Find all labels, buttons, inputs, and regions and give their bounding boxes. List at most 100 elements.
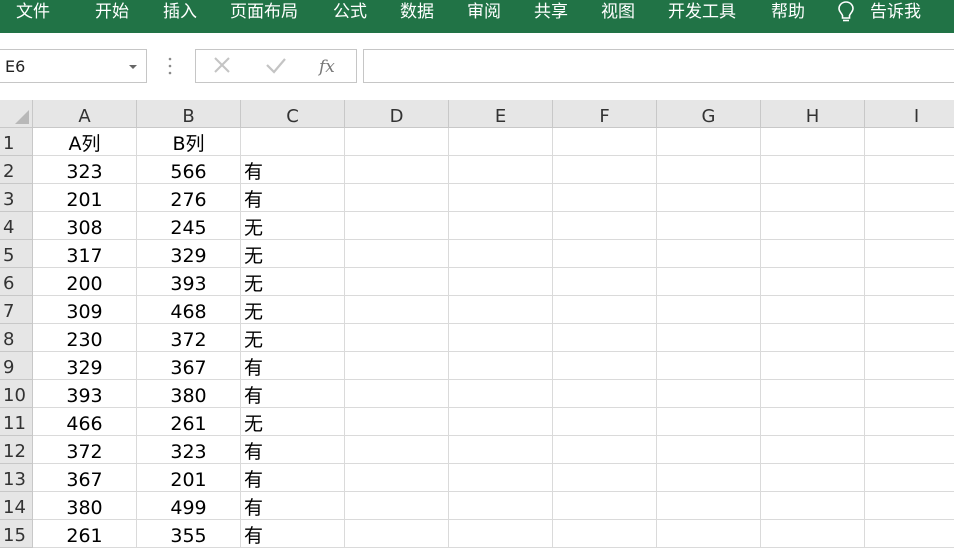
cell-c11[interactable]: 无 <box>241 408 345 436</box>
column-header-f[interactable]: F <box>553 100 657 128</box>
cell-a15[interactable]: 261 <box>33 520 137 548</box>
cell-e11[interactable] <box>449 408 553 436</box>
chevron-down-icon[interactable] <box>129 65 137 69</box>
tab-insert[interactable]: 插入 <box>163 0 197 25</box>
cell-f13[interactable] <box>553 464 657 492</box>
row-header[interactable]: 12 <box>0 436 33 464</box>
cell-i4[interactable] <box>865 212 954 240</box>
row-header[interactable]: 9 <box>0 352 33 380</box>
cell-e3[interactable] <box>449 184 553 212</box>
cell-c5[interactable]: 无 <box>241 240 345 268</box>
cell-e12[interactable] <box>449 436 553 464</box>
insert-function-icon[interactable]: fx <box>309 50 349 82</box>
cell-c14[interactable]: 有 <box>241 492 345 520</box>
cell-b15[interactable]: 355 <box>137 520 241 548</box>
cell-c4[interactable]: 无 <box>241 212 345 240</box>
row-header[interactable]: 8 <box>0 324 33 352</box>
cell-f14[interactable] <box>553 492 657 520</box>
cell-a2[interactable]: 323 <box>33 156 137 184</box>
cell-e9[interactable] <box>449 352 553 380</box>
tab-page-layout[interactable]: 页面布局 <box>230 0 298 25</box>
cell-c15[interactable]: 有 <box>241 520 345 548</box>
cell-b5[interactable]: 329 <box>137 240 241 268</box>
cell-g1[interactable] <box>657 128 761 156</box>
cell-c9[interactable]: 有 <box>241 352 345 380</box>
cell-c12[interactable]: 有 <box>241 436 345 464</box>
cancel-icon[interactable] <box>202 50 242 82</box>
row-header[interactable]: 14 <box>0 492 33 520</box>
cell-h12[interactable] <box>761 436 865 464</box>
name-box[interactable]: E6 <box>0 49 147 83</box>
row-header[interactable]: 7 <box>0 296 33 324</box>
cell-h15[interactable] <box>761 520 865 548</box>
cell-g6[interactable] <box>657 268 761 296</box>
cell-e1[interactable] <box>449 128 553 156</box>
row-header[interactable]: 5 <box>0 240 33 268</box>
cell-h1[interactable] <box>761 128 865 156</box>
cell-b14[interactable]: 499 <box>137 492 241 520</box>
cell-g8[interactable] <box>657 324 761 352</box>
cell-g2[interactable] <box>657 156 761 184</box>
cell-d13[interactable] <box>345 464 449 492</box>
select-all-corner[interactable] <box>0 100 33 128</box>
cell-c2[interactable]: 有 <box>241 156 345 184</box>
cell-e2[interactable] <box>449 156 553 184</box>
cell-h7[interactable] <box>761 296 865 324</box>
cell-h14[interactable] <box>761 492 865 520</box>
cell-a11[interactable]: 466 <box>33 408 137 436</box>
cell-d12[interactable] <box>345 436 449 464</box>
cell-i8[interactable] <box>865 324 954 352</box>
cell-i10[interactable] <box>865 380 954 408</box>
tab-formulas[interactable]: 公式 <box>333 0 367 25</box>
cell-b13[interactable]: 201 <box>137 464 241 492</box>
cell-b2[interactable]: 566 <box>137 156 241 184</box>
cell-h10[interactable] <box>761 380 865 408</box>
tab-data[interactable]: 数据 <box>400 0 434 25</box>
column-header-e[interactable]: E <box>449 100 553 128</box>
cell-h8[interactable] <box>761 324 865 352</box>
cell-c7[interactable]: 无 <box>241 296 345 324</box>
cell-b12[interactable]: 323 <box>137 436 241 464</box>
cell-f5[interactable] <box>553 240 657 268</box>
cell-h9[interactable] <box>761 352 865 380</box>
cell-a7[interactable]: 309 <box>33 296 137 324</box>
cell-a5[interactable]: 317 <box>33 240 137 268</box>
cell-c10[interactable]: 有 <box>241 380 345 408</box>
cell-a1[interactable]: A列 <box>33 128 137 156</box>
cell-h11[interactable] <box>761 408 865 436</box>
cell-f6[interactable] <box>553 268 657 296</box>
row-header[interactable]: 4 <box>0 212 33 240</box>
row-header[interactable]: 11 <box>0 408 33 436</box>
cell-h5[interactable] <box>761 240 865 268</box>
tab-file[interactable]: 文件 <box>16 0 50 25</box>
cell-a13[interactable]: 367 <box>33 464 137 492</box>
cell-b9[interactable]: 367 <box>137 352 241 380</box>
cell-h3[interactable] <box>761 184 865 212</box>
cell-c6[interactable]: 无 <box>241 268 345 296</box>
cell-h13[interactable] <box>761 464 865 492</box>
tab-share[interactable]: 共享 <box>534 0 568 25</box>
tell-me-search[interactable]: 告诉我 <box>870 0 921 25</box>
cell-a10[interactable]: 393 <box>33 380 137 408</box>
lightbulb-icon[interactable] <box>836 0 856 25</box>
cell-g7[interactable] <box>657 296 761 324</box>
cell-i12[interactable] <box>865 436 954 464</box>
cell-b10[interactable]: 380 <box>137 380 241 408</box>
cell-g4[interactable] <box>657 212 761 240</box>
cell-d8[interactable] <box>345 324 449 352</box>
cell-d15[interactable] <box>345 520 449 548</box>
cell-d10[interactable] <box>345 380 449 408</box>
column-header-c[interactable]: C <box>241 100 345 128</box>
cell-g13[interactable] <box>657 464 761 492</box>
cell-e7[interactable] <box>449 296 553 324</box>
cell-a3[interactable]: 201 <box>33 184 137 212</box>
cell-e8[interactable] <box>449 324 553 352</box>
cell-i5[interactable] <box>865 240 954 268</box>
cell-f3[interactable] <box>553 184 657 212</box>
cell-g14[interactable] <box>657 492 761 520</box>
tab-developer[interactable]: 开发工具 <box>668 0 736 25</box>
cell-e6[interactable] <box>449 268 553 296</box>
column-header-g[interactable]: G <box>657 100 761 128</box>
cell-d4[interactable] <box>345 212 449 240</box>
row-header[interactable]: 6 <box>0 268 33 296</box>
